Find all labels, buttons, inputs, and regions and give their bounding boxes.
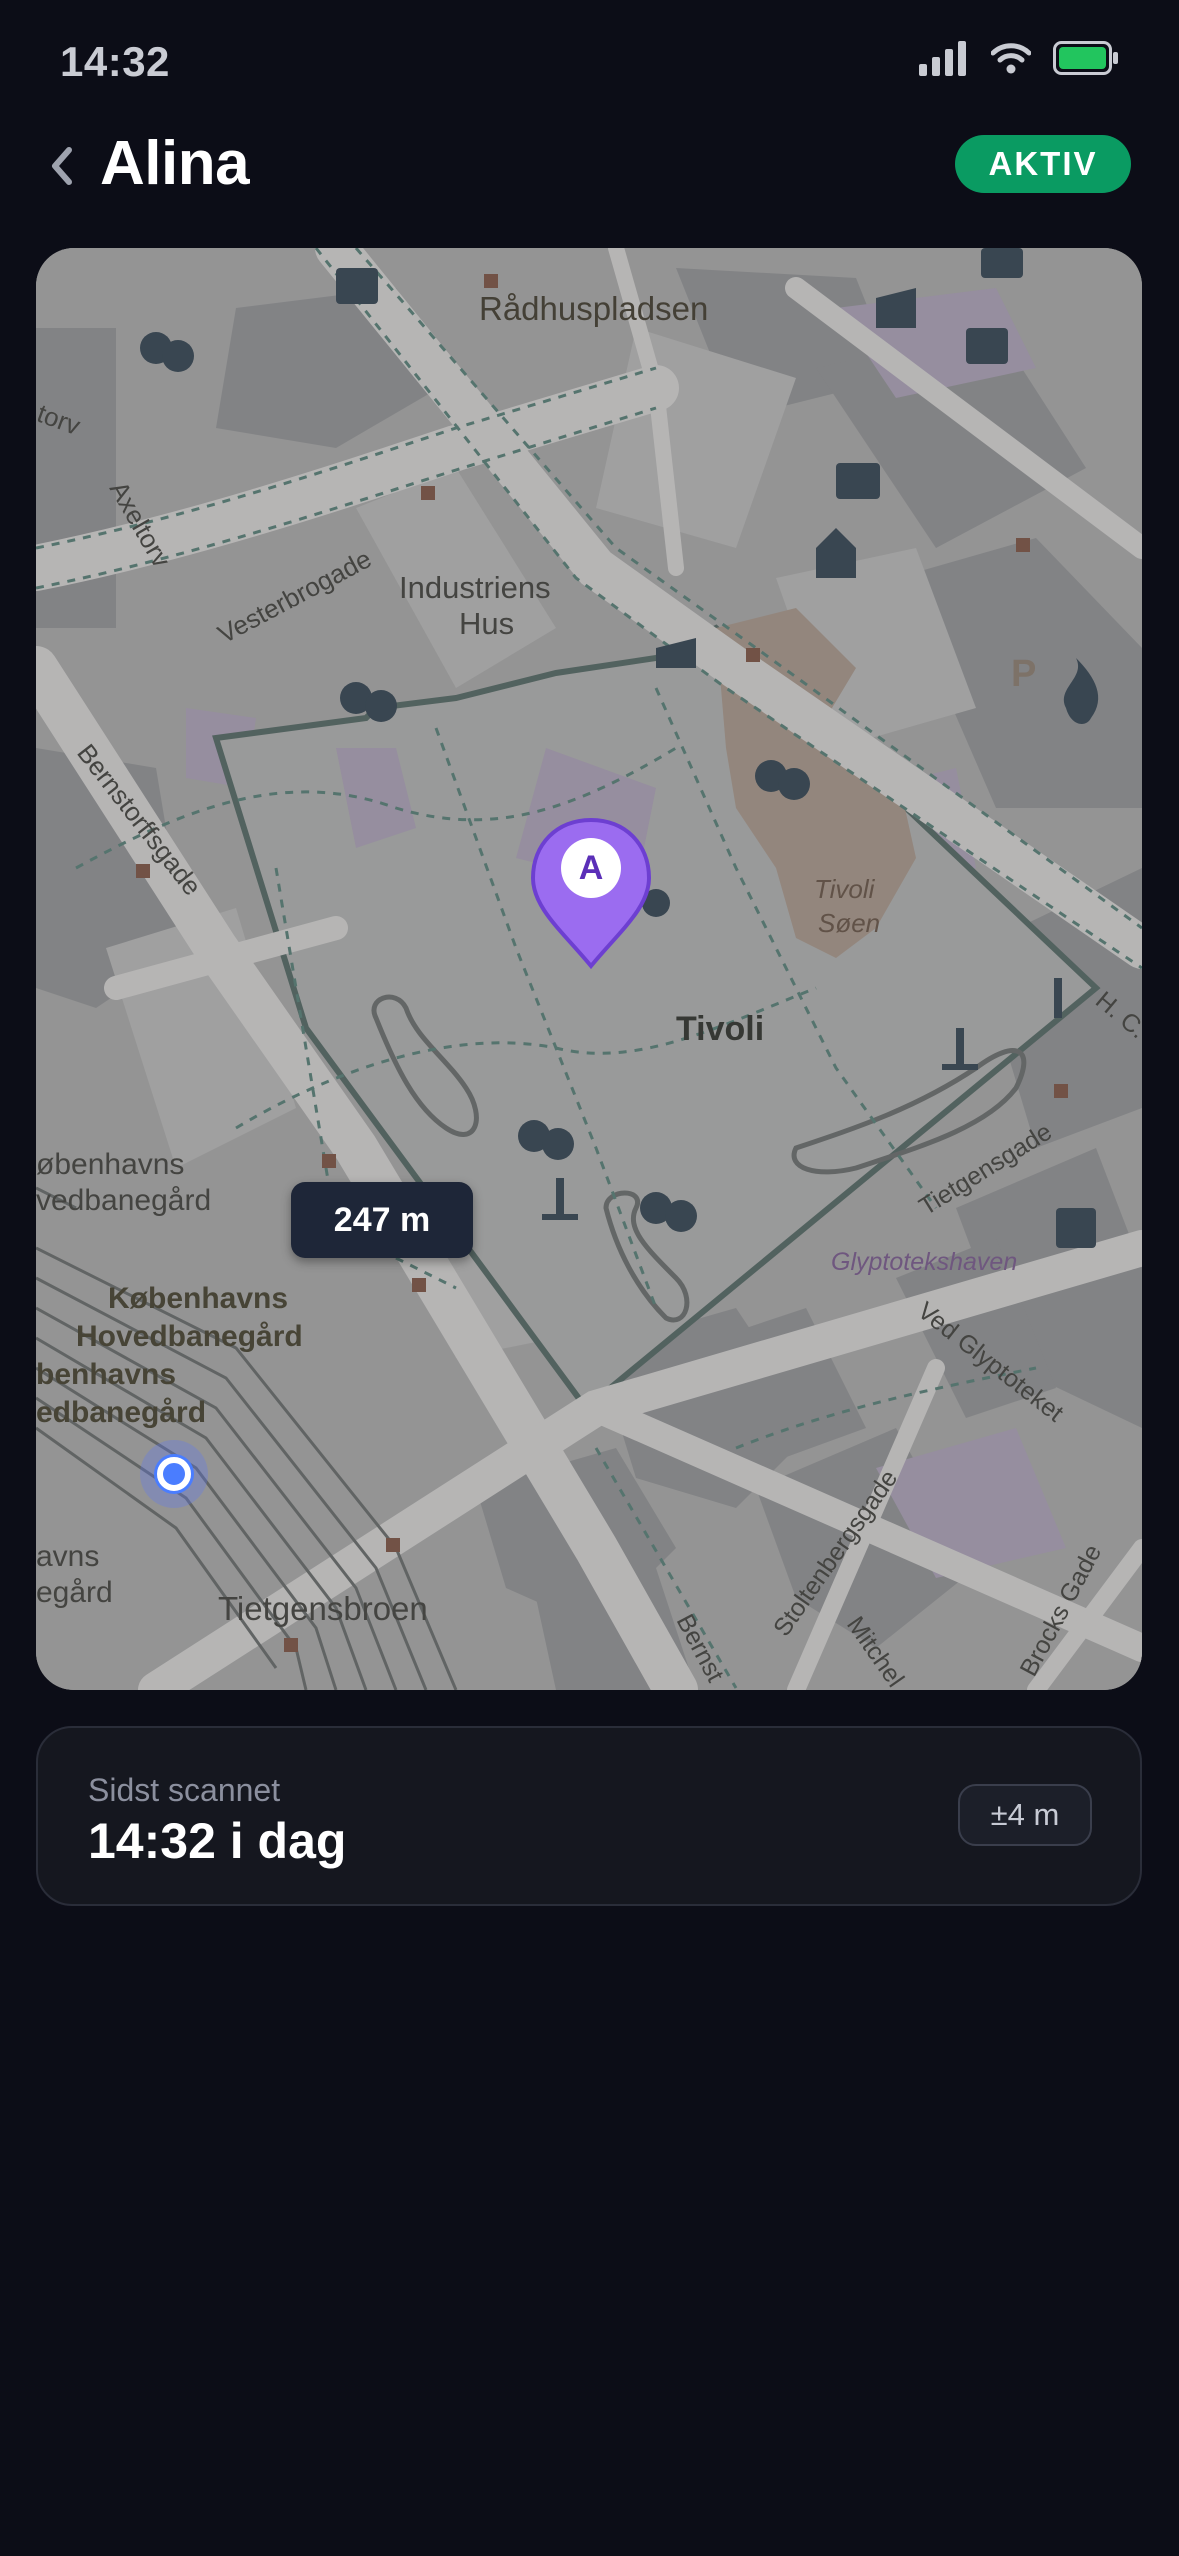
svg-text:Industriens: Industriens xyxy=(399,570,551,605)
signal-icon xyxy=(917,40,969,81)
svg-text:Tivoli: Tivoli xyxy=(814,874,876,904)
svg-text:Glyptotekshaven: Glyptotekshaven xyxy=(831,1248,1017,1276)
status-time: 14:32 xyxy=(60,38,170,85)
svg-text:egård: egård xyxy=(36,1576,113,1609)
svg-text:Tivoli: Tivoli xyxy=(676,1010,764,1048)
svg-text:P: P xyxy=(1011,653,1036,695)
status-bar: 14:32 xyxy=(0,0,1179,125)
svg-text:benhavns: benhavns xyxy=(36,1358,176,1391)
svg-text:Københavns: Københavns xyxy=(108,1282,288,1315)
page-title: Alina xyxy=(100,129,250,198)
svg-text:Hus: Hus xyxy=(459,606,514,641)
last-scan-time: 14:32 i dag xyxy=(88,1813,347,1869)
svg-text:Hovedbanegård: Hovedbanegård xyxy=(76,1320,303,1353)
svg-text:øbenhavns: øbenhavns xyxy=(36,1148,184,1181)
pin-letter: A xyxy=(561,838,621,898)
user-location-marker xyxy=(140,1440,208,1508)
svg-text:edbanegård: edbanegård xyxy=(36,1396,206,1429)
status-icons xyxy=(917,40,1119,80)
back-button[interactable] xyxy=(40,138,84,198)
svg-text:Tietgensbroen: Tietgensbroen xyxy=(218,1590,428,1627)
chevron-left-icon xyxy=(49,144,75,193)
svg-text:Søen: Søen xyxy=(818,908,880,938)
status-badge: AKTIV xyxy=(955,135,1131,193)
last-scan-card: Sidst scannet 14:32 i dag ±4 m xyxy=(36,1726,1142,1906)
user-location-dot xyxy=(157,1457,191,1491)
svg-text:vedbanegård: vedbanegård xyxy=(36,1184,211,1217)
distance-label: 247 m xyxy=(291,1182,473,1258)
svg-text:avns: avns xyxy=(36,1540,99,1573)
device-pin[interactable]: A xyxy=(527,816,655,970)
svg-text:Rådhuspladsen: Rådhuspladsen xyxy=(479,290,708,327)
last-scan-label: Sidst scannet xyxy=(88,1772,281,1808)
wifi-icon xyxy=(990,42,1032,79)
accuracy-badge: ±4 m xyxy=(958,1784,1092,1846)
map-view[interactable]: P Rådhuspladsen Industriens Hus torv Axe… xyxy=(36,248,1142,1690)
battery-icon xyxy=(1053,40,1119,80)
